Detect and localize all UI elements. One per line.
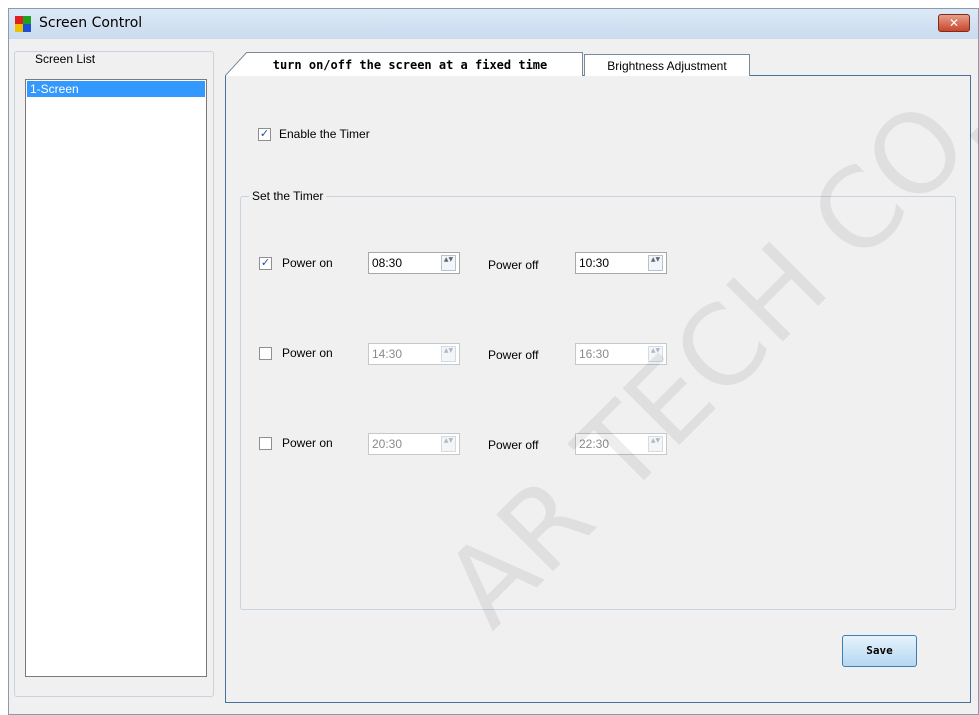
close-icon[interactable]: ✕ <box>938 14 970 32</box>
power-off-time-value: 10:30 <box>579 256 610 270</box>
power-off-time-spinner[interactable]: 16:30 ▲▼ <box>575 343 667 365</box>
power-off-time-spinner[interactable]: 10:30 ▲▼ <box>575 252 667 274</box>
enable-timer-label: Enable the Timer <box>279 127 370 141</box>
timer-row-3-checkbox[interactable] <box>259 437 272 450</box>
power-on-time-spinner[interactable]: 20:30 ▲▼ <box>368 433 460 455</box>
save-button[interactable]: Save <box>842 635 917 667</box>
power-on-label: Power on <box>282 256 333 270</box>
spin-arrows-icon[interactable]: ▲▼ <box>441 255 456 271</box>
spin-arrows-icon[interactable]: ▲▼ <box>441 436 456 452</box>
power-off-label: Power off <box>488 348 539 362</box>
power-on-label: Power on <box>282 346 333 360</box>
power-on-label: Power on <box>282 436 333 450</box>
app-icon <box>15 16 31 32</box>
power-off-time-value: 22:30 <box>579 437 610 451</box>
tab-timer-label: turn on/off the screen at a fixed time <box>272 58 548 72</box>
tab-brightness[interactable]: Brightness Adjustment <box>584 54 750 76</box>
spin-arrows-icon[interactable]: ▲▼ <box>441 346 456 362</box>
spin-arrows-icon[interactable]: ▲▼ <box>648 255 663 271</box>
spin-arrows-icon[interactable]: ▲▼ <box>648 346 663 362</box>
power-off-label: Power off <box>488 438 539 452</box>
spin-arrows-icon[interactable]: ▲▼ <box>648 436 663 452</box>
power-on-time-value: 14:30 <box>372 347 403 361</box>
enable-timer-checkbox[interactable]: ✓ <box>258 128 271 141</box>
title-bar[interactable]: Screen Control ✕ <box>9 9 978 39</box>
power-on-time-spinner[interactable]: 14:30 ▲▼ <box>368 343 460 365</box>
screen-listbox[interactable]: 1-Screen <box>25 79 207 677</box>
power-on-time-spinner[interactable]: 08:30 ▲▼ <box>368 252 460 274</box>
window-title: Screen Control <box>39 15 143 31</box>
power-off-label: Power off <box>488 258 539 272</box>
power-on-time-value: 08:30 <box>372 256 403 270</box>
set-timer-label: Set the Timer <box>249 189 327 203</box>
power-off-time-value: 16:30 <box>579 347 610 361</box>
timer-row-2-checkbox[interactable] <box>259 347 272 360</box>
screen-list-label: Screen List <box>32 52 99 66</box>
power-on-time-value: 20:30 <box>372 437 403 451</box>
list-item[interactable]: 1-Screen <box>27 81 205 97</box>
power-off-time-spinner[interactable]: 22:30 ▲▼ <box>575 433 667 455</box>
timer-row-1-checkbox[interactable]: ✓ <box>259 257 272 270</box>
